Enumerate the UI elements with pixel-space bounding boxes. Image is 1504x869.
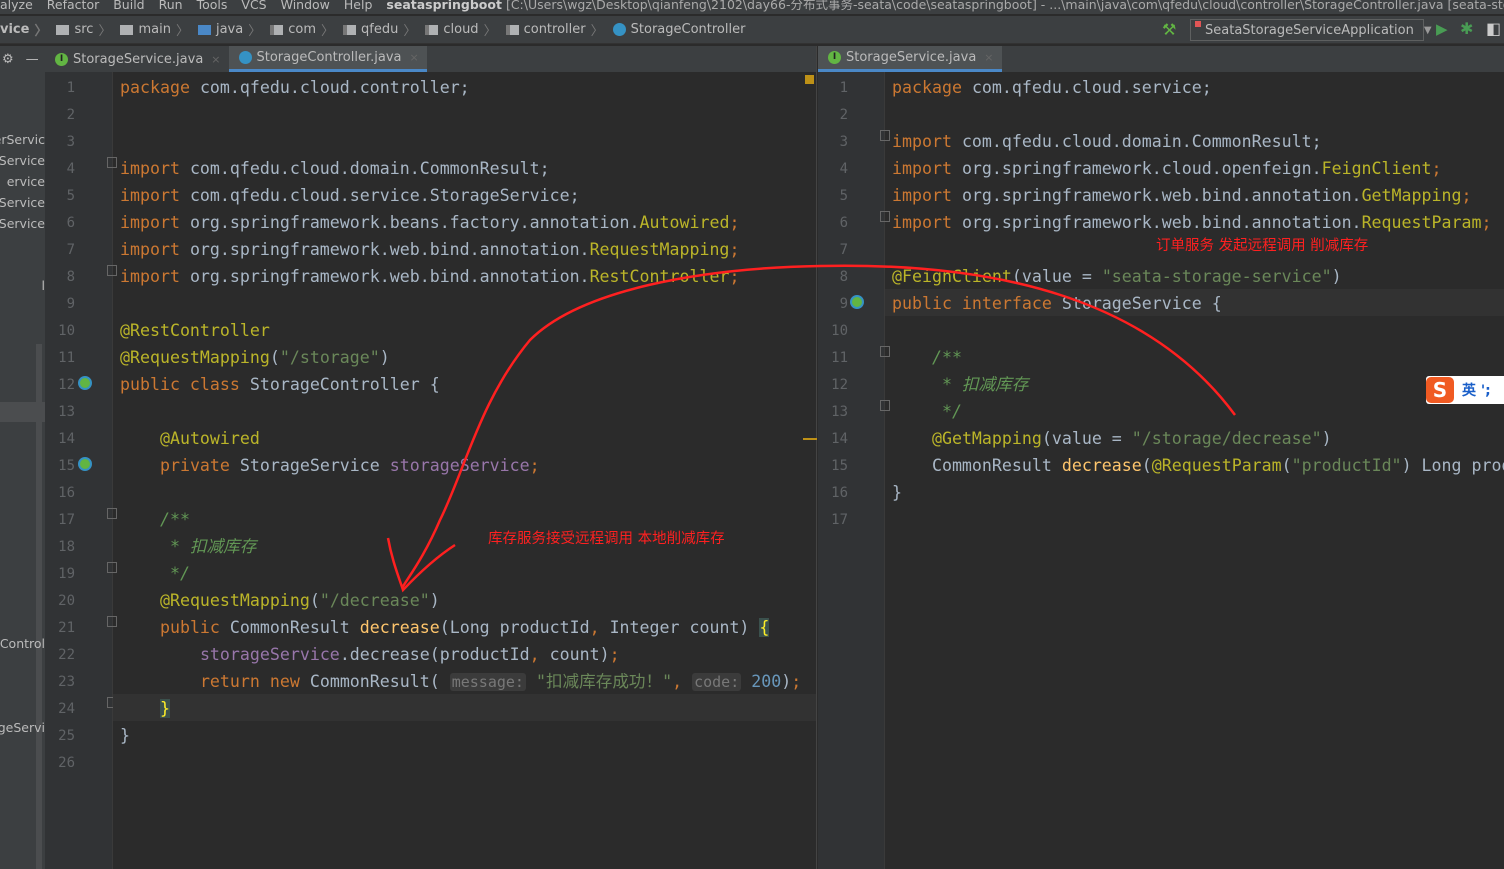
- red-arrowhead: [386, 537, 456, 593]
- ime-language: 英 ';: [1462, 383, 1491, 399]
- annotation-note-order-service: 订单服务 发起远程调用 削减库存: [1156, 238, 1369, 254]
- annotation-note-storage-service: 库存服务接受远程调用 本地削减库存: [488, 531, 725, 547]
- input-method-indicator[interactable]: S 英 ';: [1426, 376, 1504, 404]
- sogou-logo-icon: S: [1426, 377, 1454, 403]
- annotation-arrows: [386, 264, 1237, 593]
